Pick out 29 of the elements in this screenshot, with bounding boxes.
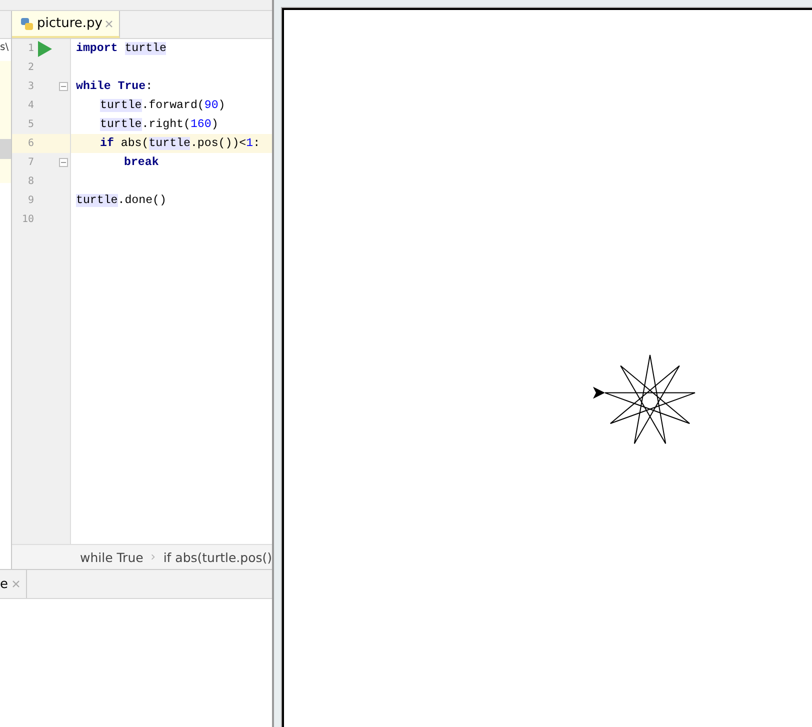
line-number: 2: [26, 62, 34, 73]
code-line: import turtle: [76, 42, 166, 55]
path-text: s\: [0, 41, 10, 55]
line-number: 6: [26, 138, 34, 149]
code-line: break: [124, 156, 159, 169]
close-icon[interactable]: [105, 20, 114, 28]
line-number: 8: [26, 176, 34, 187]
python-file-icon: [20, 16, 34, 30]
line-number: 4: [26, 100, 34, 111]
fold-icon[interactable]: [59, 158, 68, 167]
code-line: turtle.forward(90): [100, 99, 226, 112]
tool-tab[interactable]: e: [0, 570, 27, 598]
run-icon[interactable]: [38, 40, 52, 56]
breadcrumb[interactable]: while True: [80, 550, 144, 564]
line-number: 1: [26, 43, 34, 54]
fold-icon[interactable]: [59, 82, 68, 91]
file-tab[interactable]: picture.py: [12, 11, 120, 38]
close-icon[interactable]: [12, 580, 20, 588]
line-number: 3: [26, 81, 34, 92]
breadcrumb[interactable]: if abs(turtle.pos(): [163, 550, 272, 564]
line-number: 5: [26, 119, 34, 130]
line-number: 10: [20, 214, 34, 225]
code-line: while True:: [76, 80, 153, 93]
code-line: if abs(turtle.pos())<1:: [100, 137, 260, 150]
chevron-icon: [151, 553, 156, 561]
line-number: 7: [26, 157, 34, 168]
code-line: turtle.right(160): [100, 118, 218, 131]
code-line: turtle.done(): [76, 194, 166, 207]
line-number: 9: [26, 195, 34, 206]
